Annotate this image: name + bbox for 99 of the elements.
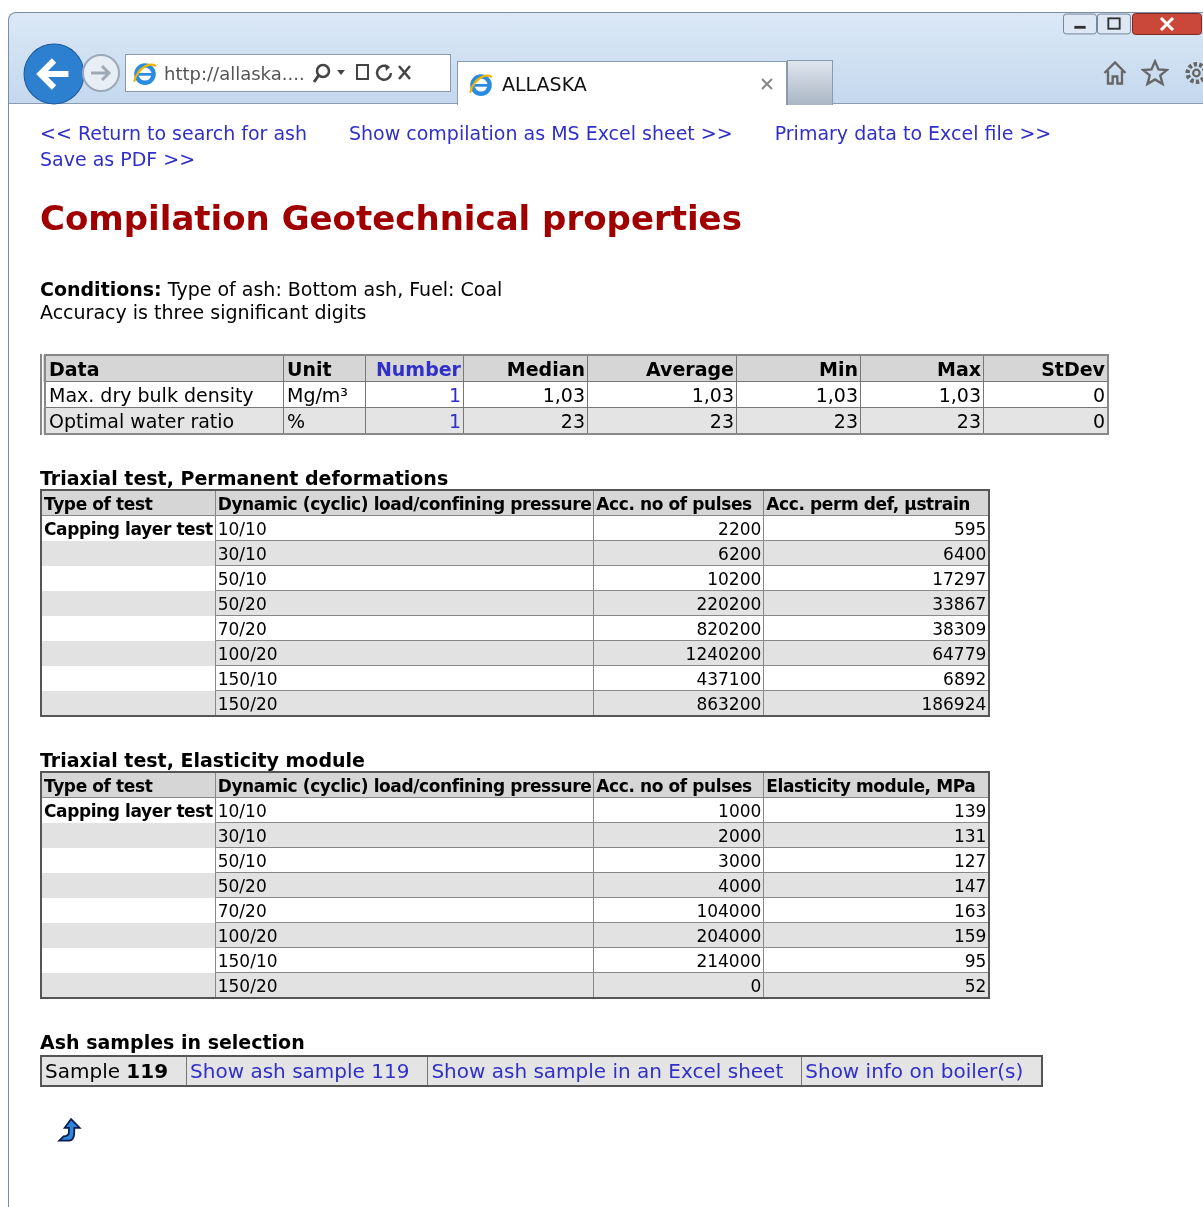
column-header: StDev — [983, 355, 1108, 382]
column-header: Unit — [283, 355, 366, 382]
star-icon[interactable] — [1141, 59, 1169, 87]
section-title: Triaxial test, Elasticity module — [40, 749, 366, 771]
home-icon[interactable] — [1101, 59, 1129, 87]
table-cell: 52 — [763, 972, 990, 998]
table-cell: 50/20 — [215, 872, 594, 898]
count-link[interactable]: 1 — [365, 407, 464, 434]
forward-button[interactable] — [81, 53, 121, 93]
column-header: Type of test — [41, 490, 216, 516]
table-cell: 863200 — [593, 690, 764, 716]
table-cell: 10/10 — [215, 797, 594, 823]
table-cell: 1,03 — [860, 381, 984, 408]
table-cell: 104000 — [593, 897, 764, 923]
column-header: Acc. no of pulses — [593, 490, 764, 516]
table-cell: 1,03 — [736, 381, 861, 408]
sample-label: Sample 119 — [41, 1056, 187, 1086]
table-cell: 6200 — [593, 540, 764, 566]
up-arrow-icon[interactable] — [56, 1117, 84, 1145]
table-cell: 150/10 — [215, 665, 594, 691]
table-cell: 2200 — [593, 515, 764, 541]
sample-link[interactable]: Show info on boiler(s) — [801, 1056, 1043, 1086]
table-cell: Mg/m³ — [283, 381, 366, 408]
table-cell: 131 — [763, 822, 990, 848]
page-title: Compilation Geotechnical properties — [40, 198, 743, 238]
table-cell: Max. dry bulk density — [43, 381, 284, 408]
column-header: Dynamic (cyclic) load/confining pressure — [215, 490, 594, 516]
column-header: Average — [587, 355, 737, 382]
table-cell: 64779 — [763, 640, 990, 666]
table-cell: 150/20 — [215, 690, 594, 716]
table-cell: 30/10 — [215, 822, 594, 848]
close-icon[interactable] — [1131, 13, 1203, 35]
accuracy-text: Accuracy is three significant digits — [40, 301, 368, 324]
table-cell: 100/20 — [215, 922, 594, 948]
table-cell: Capping layer test — [41, 515, 216, 541]
column-header: Dynamic (cyclic) load/confining pressure — [215, 772, 594, 798]
address-bar[interactable]: http://allaska.... — [125, 54, 451, 92]
table-cell: 147 — [763, 872, 990, 898]
table-cell: 1000 — [593, 797, 764, 823]
table-cell: Capping layer test — [41, 797, 216, 823]
table-cell: 1,03 — [463, 381, 588, 408]
section-title: Ash samples in selection — [40, 1031, 306, 1053]
table-cell: 1240200 — [593, 640, 764, 666]
table-cell: 186924 — [763, 690, 990, 716]
page-link[interactable]: Save as PDF >> — [40, 148, 196, 170]
column-header: Acc. perm def, µstrain — [763, 490, 990, 516]
page-link[interactable]: Show compilation as MS Excel sheet >> — [349, 122, 733, 144]
table-cell: 437100 — [593, 665, 764, 691]
table-cell: 23 — [736, 407, 861, 434]
column-header: Number — [365, 355, 464, 382]
back-button[interactable] — [23, 43, 85, 105]
table-cell: 3000 — [593, 847, 764, 873]
conditions-text: Conditions: Type of ash: Bottom ash, Fuel: Coal — [40, 278, 504, 301]
column-header: Max — [860, 355, 984, 382]
table-cell: 159 — [763, 922, 990, 948]
sample-link[interactable]: Show ash sample in an Excel sheet — [427, 1056, 802, 1086]
table-cell: 150/20 — [215, 972, 594, 998]
table-cell: 10/10 — [215, 515, 594, 541]
table-cell: 204000 — [593, 922, 764, 948]
table-cell: 0 — [983, 407, 1108, 434]
table-cell: 820200 — [593, 615, 764, 641]
column-header: Elasticity module, MPa — [763, 772, 990, 798]
table-cell: 100/20 — [215, 640, 594, 666]
table-cell: 2000 — [593, 822, 764, 848]
table-cell: % — [283, 407, 366, 434]
table-cell: 23 — [587, 407, 737, 434]
table-cell: 70/20 — [215, 897, 594, 923]
column-header: Median — [463, 355, 588, 382]
table-cell: 150/10 — [215, 947, 594, 973]
column-header: Acc. no of pulses — [593, 772, 764, 798]
table-cell: 33867 — [763, 590, 990, 616]
table-cell: 70/20 — [215, 615, 594, 641]
browser-logo-icon — [132, 60, 158, 86]
table-cell: 50/10 — [215, 847, 594, 873]
section-title: Triaxial test, Permanent deformations — [40, 467, 450, 489]
table-cell: 50/20 — [215, 590, 594, 616]
table-cell: 1,03 — [587, 381, 737, 408]
maximize-icon[interactable] — [1097, 13, 1131, 35]
page-link[interactable]: Primary data to Excel file >> — [774, 122, 1052, 144]
page-link[interactable]: << Return to search for ash — [40, 122, 307, 144]
column-header: Type of test — [41, 772, 216, 798]
column-header: Data — [43, 355, 284, 382]
table-cell: 4000 — [593, 872, 764, 898]
column-header: Min — [736, 355, 861, 382]
table-cell: 6400 — [763, 540, 990, 566]
browser-tab[interactable]: ALLASKA — [457, 61, 787, 105]
minimize-icon[interactable] — [1063, 13, 1097, 35]
address-tools-icon[interactable] — [310, 61, 411, 85]
table-cell: 30/10 — [215, 540, 594, 566]
count-link[interactable]: 1 — [365, 381, 464, 408]
table-cell: 10200 — [593, 565, 764, 591]
table-cell: 214000 — [593, 947, 764, 973]
table-cell: Optimal water ratio — [43, 407, 284, 434]
table-cell: 23 — [860, 407, 984, 434]
table-cell: 23 — [463, 407, 588, 434]
table-cell: 0 — [593, 972, 764, 998]
sample-link[interactable]: Show ash sample 119 — [186, 1056, 428, 1086]
table-cell: 220200 — [593, 590, 764, 616]
table-cell: 50/10 — [215, 565, 594, 591]
